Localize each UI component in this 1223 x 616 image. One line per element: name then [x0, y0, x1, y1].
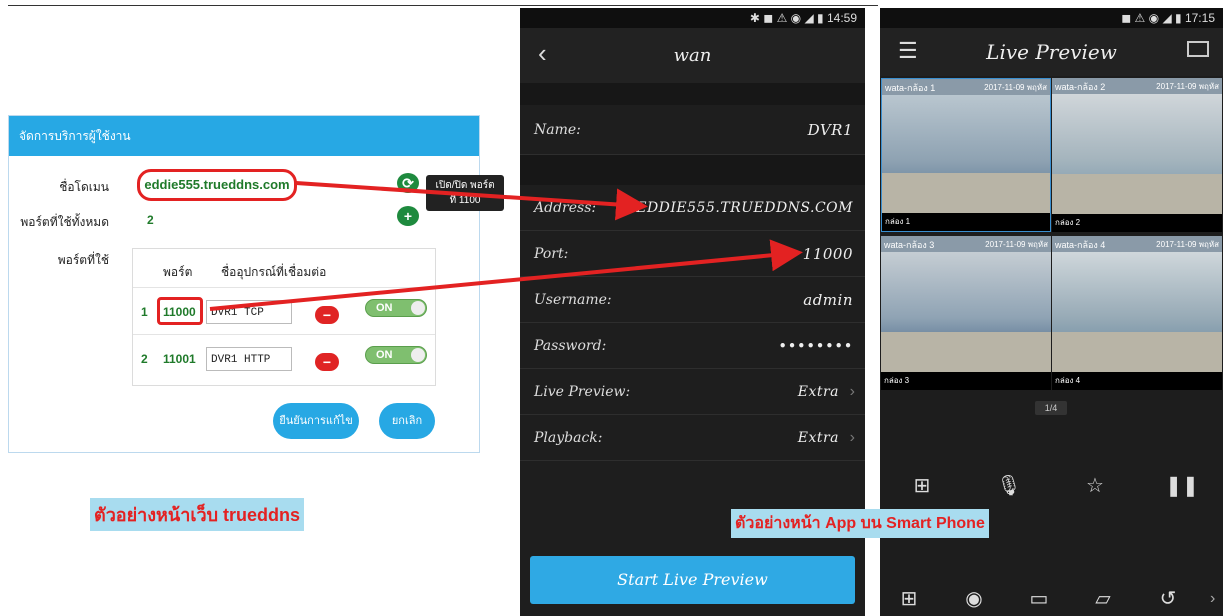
camera-channel: กล่อง 3 — [884, 376, 910, 385]
page-title: wan — [673, 45, 712, 66]
web-caption: ตัวอย่างหน้าเว็บ trueddns — [90, 498, 305, 531]
field-label: Live Preview: — [534, 384, 631, 400]
field-label: Password: — [534, 338, 607, 354]
camera-name: wata-กล้อง 2 — [1055, 82, 1106, 92]
page-title: Live Preview — [986, 40, 1117, 64]
panel-header: จัดการบริการผู้ใช้งาน — [9, 116, 479, 156]
port-toggle[interactable]: ON — [365, 346, 427, 364]
camera-timestamp: 2017-11-09 พฤหัส — [1156, 240, 1219, 249]
camera-timestamp: 2017-11-09 พฤหัส — [985, 240, 1048, 249]
field-value: EDDIE555.TRUEDDNS.COM — [636, 200, 853, 216]
field-label: Address: — [534, 200, 597, 216]
col-device: ชื่ออุปกรณ์ที่เชื่อมต่อ — [221, 265, 327, 279]
domain-value: eddie555.trueddns.com — [137, 169, 297, 201]
status-bar: ◼ ⚠ ◉ ◢ ▮ 17:15 — [880, 8, 1223, 28]
refresh-icon[interactable]: ⟳ — [397, 173, 419, 193]
username-field[interactable]: Username: admin — [520, 277, 865, 323]
row-number: 2 — [141, 352, 148, 366]
tooltip-line: เปิด/ปิด พอร์ต — [435, 180, 495, 191]
password-field[interactable]: Password: •••••••• — [520, 323, 865, 369]
plus-icon[interactable]: + — [397, 206, 419, 226]
microphone-icon[interactable]: 🎙 — [989, 473, 1029, 498]
domain-label: ชื่อโดเมน — [59, 180, 109, 194]
camera-tile[interactable]: wata-กล้อง 1 2017-11-09 พฤหัส กล่อง 1 — [881, 78, 1051, 232]
ports-table: พอร์ต ชื่ออุปกรณ์ที่เชื่อมต่อ 1 11000 DV… — [132, 248, 436, 386]
port-value: 11000 — [163, 305, 196, 319]
field-label: Playback: — [534, 430, 603, 446]
start-live-preview-button[interactable]: Start Live Preview — [530, 556, 855, 604]
toggle-tooltip: เปิด/ปิด พอร์ต ที่ 1100 — [426, 175, 504, 211]
trueddns-web-panel: จัดการบริการผู้ใช้งาน ชื่อโดเมน eddie555… — [8, 115, 480, 453]
camera-name: wata-กล้อง 3 — [884, 240, 935, 250]
tooltip-line: ที่ 1100 — [449, 195, 481, 206]
grid-icon[interactable]: ⊞ — [889, 586, 929, 611]
chevron-right-icon: › — [849, 429, 855, 446]
port-value: 11001 — [163, 352, 196, 366]
camera-timestamp: 2017-11-09 พฤหัส — [1156, 82, 1219, 91]
field-value: Extra — [797, 430, 839, 446]
star-icon[interactable]: ☆ — [1075, 473, 1115, 498]
live-preview-field[interactable]: Live Preview: Extra › — [520, 369, 865, 415]
device-name-input[interactable]: DVR1 HTTP — [206, 347, 292, 371]
app-caption: ตัวอย่างหน้า App บน Smart Phone — [731, 509, 989, 538]
camera-channel: กล่อง 4 — [1055, 376, 1081, 385]
ports-total-label: พอร์ตที่ใช้ทั้งหมด — [20, 215, 109, 229]
camera-channel: กล่อง 1 — [885, 217, 911, 226]
chevron-right-icon[interactable]: › — [1210, 590, 1215, 608]
row-number: 1 — [141, 305, 148, 319]
device-list-icon[interactable] — [1187, 41, 1209, 57]
camera-timestamp: 2017-11-09 พฤหัส — [984, 83, 1047, 92]
ports-total-value: 2 — [147, 213, 154, 227]
video-record-icon[interactable]: ▭ — [1019, 586, 1059, 611]
address-field[interactable]: Address: EDDIE555.TRUEDDNS.COM — [520, 185, 865, 231]
remove-icon[interactable]: − — [315, 353, 339, 371]
col-port: พอร์ต — [163, 265, 193, 279]
pause-icon[interactable]: ❚❚ — [1162, 473, 1202, 498]
camera-tile[interactable]: wata-กล้อง 4 2017-11-09 พฤหัส กล่อง 4 — [1052, 236, 1222, 390]
camera-channel: กล่อง 2 — [1055, 218, 1081, 227]
camera-icon[interactable]: ◉ — [954, 586, 994, 611]
cancel-button[interactable]: ยกเลิก — [379, 403, 435, 439]
remove-icon[interactable]: − — [315, 306, 339, 324]
field-value: 11000 — [802, 245, 853, 263]
field-label: Name: — [534, 122, 581, 138]
monitor-icon[interactable]: ▱ — [1083, 586, 1123, 611]
page-indicator: 1/4 — [1035, 401, 1067, 415]
field-value: DVR1 — [807, 121, 853, 139]
field-value: admin — [803, 291, 853, 309]
field-label: Port: — [534, 246, 569, 262]
port-toggle[interactable]: ON — [365, 299, 427, 317]
camera-name: wata-กล้อง 4 — [1055, 240, 1106, 250]
field-value: Extra — [797, 384, 839, 400]
camera-tile[interactable]: wata-กล้อง 3 2017-11-09 พฤหัส กล่อง 3 — [881, 236, 1051, 390]
name-field[interactable]: Name: DVR1 — [520, 105, 865, 155]
field-value: •••••••• — [778, 337, 853, 355]
status-bar: ✱ ◼ ⚠ ◉ ◢ ▮ 14:59 — [520, 8, 865, 28]
camera-tile[interactable]: wata-กล้อง 2 2017-11-09 พฤหัส กล่อง 2 — [1052, 78, 1222, 232]
field-label: Username: — [534, 292, 612, 308]
camera-name: wata-กล้อง 1 — [885, 83, 936, 93]
chevron-right-icon: › — [849, 383, 855, 400]
port-field[interactable]: Port: 11000 — [520, 231, 865, 277]
playback-field[interactable]: Playback: Extra › — [520, 415, 865, 461]
confirm-button[interactable]: ยืนยันการแก้ไข — [273, 403, 359, 439]
ports-used-label: พอร์ตที่ใช้ — [57, 253, 109, 267]
split-screen-icon[interactable]: ⊞ — [902, 473, 942, 498]
device-name-input[interactable]: DVR1 TCP — [206, 300, 292, 324]
playback-icon[interactable]: ↺ — [1148, 586, 1188, 611]
